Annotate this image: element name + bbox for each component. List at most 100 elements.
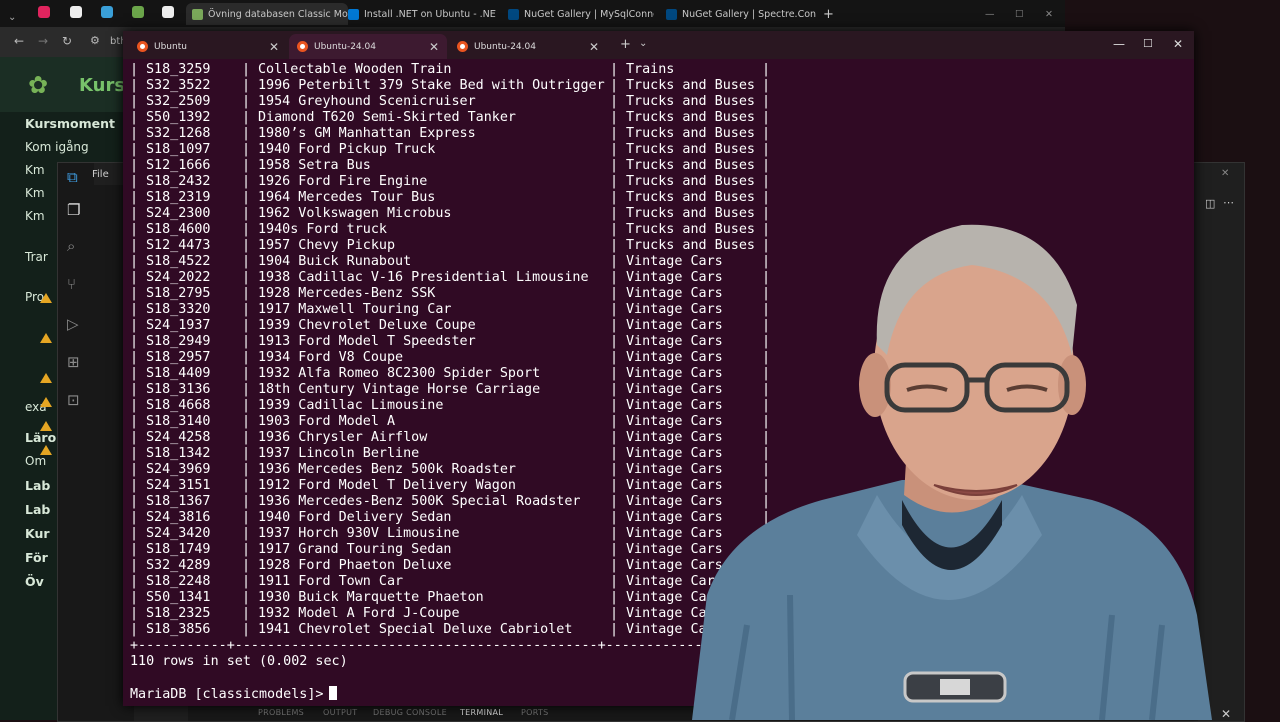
tab-output[interactable]: OUTPUT <box>323 708 357 717</box>
table-border: | <box>610 414 619 429</box>
table-border: | <box>242 462 251 477</box>
terminal-tab[interactable]: Ubuntu-24.04 ✕ <box>449 34 607 59</box>
warning-icon <box>40 397 52 407</box>
pinned-tab-icon[interactable] <box>132 6 144 18</box>
course-nav-item[interactable]: Kursmoment <box>25 116 115 131</box>
source-control-icon[interactable]: ⑂ <box>67 275 76 293</box>
table-border: | <box>610 110 619 125</box>
tab-terminal[interactable]: TERMINAL <box>460 708 503 717</box>
course-nav-item[interactable]: Om <box>25 454 46 468</box>
tab-problems[interactable]: PROBLEMS <box>258 708 304 717</box>
forward-icon[interactable]: → <box>38 34 48 48</box>
new-tab-button[interactable]: + <box>823 3 834 25</box>
maximize-button[interactable]: ☐ <box>1015 3 1024 25</box>
product-name-cell: 1980’s GM Manhattan Express <box>258 126 476 141</box>
course-nav-item[interactable]: Trar <box>25 250 48 264</box>
maximize-button[interactable]: ☐ <box>1143 37 1153 50</box>
close-window-button[interactable]: ✕ <box>1045 3 1053 25</box>
tab-debug-console[interactable]: DEBUG CONSOLE <box>373 708 447 717</box>
product-code-cell: S12_1666 <box>146 158 211 173</box>
run-debug-icon[interactable]: ▷ <box>67 315 79 333</box>
tab-list-icon[interactable]: ⌄ <box>8 6 16 28</box>
table-border: | <box>610 286 619 301</box>
table-border: | <box>610 494 619 509</box>
github-icon[interactable] <box>162 6 174 18</box>
course-nav-item[interactable]: Lab <box>25 478 50 493</box>
course-nav-item[interactable]: Öv <box>25 574 44 589</box>
table-border: | <box>130 558 139 573</box>
tab-favicon-icon <box>348 8 359 20</box>
terminal-tab-active[interactable]: Ubuntu-24.04 ✕ <box>289 34 447 59</box>
reload-icon[interactable]: ↻ <box>62 34 72 48</box>
course-nav-item[interactable]: Km <box>25 186 45 200</box>
minimize-button[interactable]: — <box>985 3 995 25</box>
browser-tab[interactable]: Install .NET on Ubuntu - .NET | ✕ <box>348 3 496 25</box>
tab-ports[interactable]: PORTS <box>521 708 549 717</box>
new-tab-button[interactable]: + <box>620 37 631 52</box>
product-name-cell: 1936 Mercedes-Benz 500K Special Roadster <box>258 494 581 509</box>
table-border: | <box>610 334 619 349</box>
file-menu[interactable]: File <box>92 169 109 180</box>
explorer-icon[interactable]: ❐ <box>67 201 80 219</box>
prompt-line[interactable]: MariaDB [classicmodels]> <box>130 686 338 702</box>
course-nav-item[interactable]: Kur <box>25 526 50 541</box>
table-border: | <box>242 94 251 109</box>
table-border: | <box>130 430 139 445</box>
back-icon[interactable]: ← <box>14 34 24 48</box>
chevron-down-icon[interactable]: ⌄ <box>639 38 647 49</box>
pinned-tab-icon[interactable] <box>101 6 113 18</box>
product-code-cell: S32_4289 <box>146 558 211 573</box>
product-name-cell: 1936 Mercedes Benz 500k Roadster <box>258 462 516 477</box>
terminal-tab-label: Ubuntu-24.04 <box>474 41 536 52</box>
close-icon[interactable]: ✕ <box>269 40 279 54</box>
product-name-cell: 1954 Greyhound Scenicruiser <box>258 94 476 109</box>
close-window-button[interactable]: ✕ <box>1221 168 1229 179</box>
course-nav-item[interactable]: För <box>25 550 48 565</box>
table-border: | <box>130 382 139 397</box>
search-icon[interactable]: ⌕ <box>67 237 75 255</box>
course-nav-item[interactable]: Lab <box>25 502 50 517</box>
pinned-tab-icon[interactable] <box>38 6 50 18</box>
table-border: | <box>610 238 619 253</box>
close-icon[interactable]: ✕ <box>429 40 439 54</box>
site-settings-icon[interactable]: ⚙ <box>90 34 100 47</box>
product-line-cell: Trucks and Buses <box>626 110 755 125</box>
table-border: | <box>242 526 251 541</box>
table-border: | <box>242 622 251 637</box>
table-border: | <box>242 190 251 205</box>
product-code-cell: S18_2325 <box>146 606 211 621</box>
warning-icon <box>40 373 52 383</box>
github-icon[interactable] <box>70 6 82 18</box>
product-line-cell: Trucks and Buses <box>626 142 755 157</box>
course-nav-item[interactable]: Kom igång <box>25 140 89 154</box>
table-border: | <box>610 462 619 477</box>
table-border: | <box>130 622 139 637</box>
table-border: | <box>130 302 139 317</box>
product-code-cell: S24_2022 <box>146 270 211 285</box>
tab-favicon-icon <box>666 8 677 20</box>
close-window-button[interactable]: ✕ <box>1173 37 1183 51</box>
product-code-cell: S18_1342 <box>146 446 211 461</box>
terminal-tab[interactable]: Ubuntu ✕ <box>129 34 287 59</box>
remote-explorer-icon[interactable]: ⊡ <box>67 391 80 409</box>
browser-tab[interactable]: Övning databasen Classic Mode ✕ <box>186 3 348 25</box>
table-border: | <box>130 414 139 429</box>
extensions-icon[interactable]: ⊞ <box>67 353 80 371</box>
table-border: | <box>610 318 619 333</box>
course-nav-item[interactable]: Km <box>25 163 45 177</box>
course-nav-item[interactable]: Km <box>25 209 45 223</box>
table-border: | <box>242 142 251 157</box>
table-border: | <box>242 446 251 461</box>
product-code-cell: S50_1392 <box>146 110 211 125</box>
table-separator: +-----------+---------------------------… <box>130 638 759 653</box>
product-code-cell: S18_1367 <box>146 494 211 509</box>
browser-tab[interactable]: NuGet Gallery | Spectre.Console ✕ <box>666 3 816 25</box>
close-panel-icon[interactable]: ✕ <box>1221 707 1231 721</box>
table-border: | <box>242 238 251 253</box>
product-code-cell: S18_2949 <box>146 334 211 349</box>
browser-tab[interactable]: NuGet Gallery | MySqlConnecto ✕ <box>508 3 654 25</box>
more-actions-icon[interactable]: ⋯ <box>1223 196 1234 209</box>
product-line-cell: Trucks and Buses <box>626 126 755 141</box>
minimize-button[interactable]: — <box>1113 37 1125 51</box>
close-icon[interactable]: ✕ <box>589 40 599 54</box>
